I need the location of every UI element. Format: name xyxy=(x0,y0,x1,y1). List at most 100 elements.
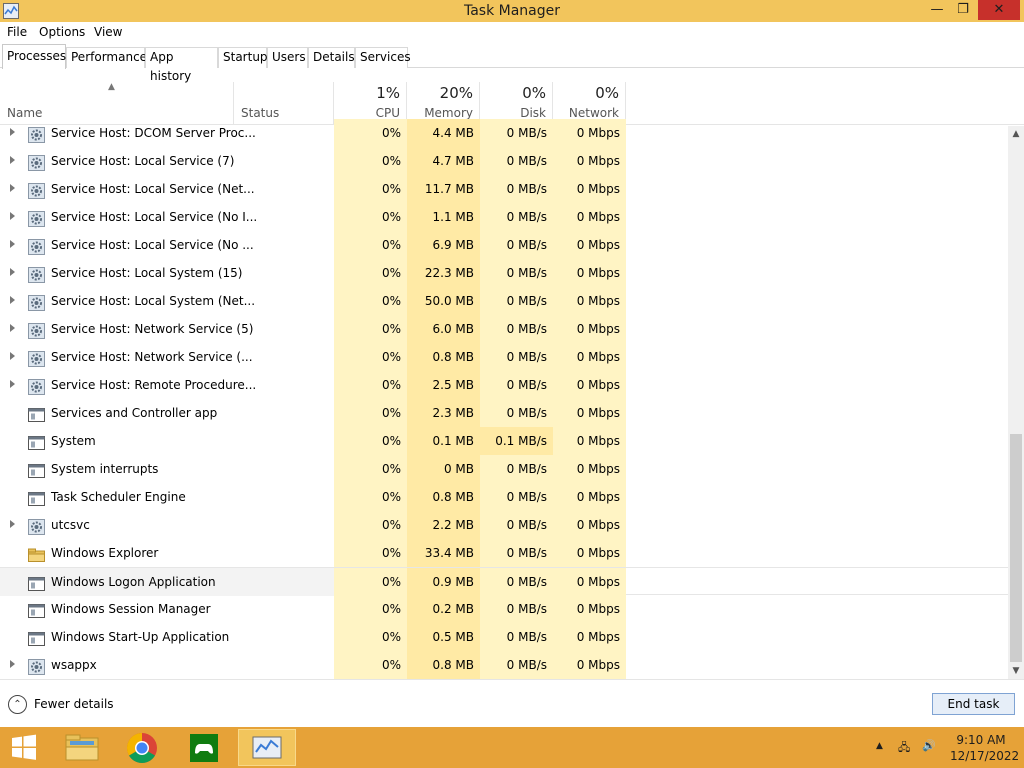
process-network: 0 Mbps xyxy=(553,511,626,539)
process-network: 0 Mbps xyxy=(553,651,626,679)
menu-file[interactable]: File xyxy=(7,25,27,39)
process-memory: 0.9 MB xyxy=(407,568,480,596)
expand-chevron-icon[interactable] xyxy=(10,212,15,220)
process-network: 0 Mbps xyxy=(553,315,626,343)
process-row[interactable]: Windows Logon Application 0% 0.9 MB 0 MB/s 0… xyxy=(0,567,1008,596)
window-icon xyxy=(28,629,45,646)
chrome-taskbar-button[interactable] xyxy=(114,729,170,766)
expand-chevron-icon[interactable] xyxy=(10,268,15,276)
tab-users[interactable]: Users xyxy=(267,47,308,68)
process-name: Windows Session Manager xyxy=(51,602,211,616)
process-name: Service Host: Network Service (... xyxy=(51,350,253,364)
vertical-scrollbar[interactable]: ▲ ▼ xyxy=(1008,126,1024,679)
process-row[interactable]: Service Host: Local Service (7) 0% 4.7 MB 0… xyxy=(0,147,1008,175)
task-manager-taskbar-button[interactable] xyxy=(238,729,296,766)
process-name-cell: Service Host: Network Service (5) xyxy=(0,315,334,343)
process-network: 0 Mbps xyxy=(553,203,626,231)
process-row[interactable]: Windows Session Manager 0% 0.2 MB 0 MB/s 0 M… xyxy=(0,595,1008,623)
process-row[interactable]: Service Host: DCOM Server Proc... 0% 4.4 M… xyxy=(0,119,1008,147)
process-disk: 0 MB/s xyxy=(480,147,553,175)
process-name-cell: Windows Explorer xyxy=(0,539,334,567)
collapse-chevron-icon[interactable]: ⌃ xyxy=(8,695,27,714)
tab-services[interactable]: Services xyxy=(355,47,411,68)
volume-icon[interactable]: 🔊 xyxy=(922,739,936,752)
process-cpu: 0% xyxy=(334,427,407,455)
show-hidden-icons-icon[interactable]: ▲ xyxy=(876,741,883,751)
column-status-label: Status xyxy=(241,106,280,120)
scroll-down-arrow-icon[interactable]: ▼ xyxy=(1008,663,1024,679)
process-disk: 0 MB/s xyxy=(480,371,553,399)
minimize-button[interactable]: — xyxy=(924,0,950,20)
scroll-thumb[interactable] xyxy=(1010,434,1022,662)
expand-chevron-icon[interactable] xyxy=(10,352,15,360)
tab-performance[interactable]: Performance xyxy=(66,47,147,68)
process-network: 0 Mbps xyxy=(553,231,626,259)
scroll-up-arrow-icon[interactable]: ▲ xyxy=(1008,126,1024,142)
process-row[interactable]: Windows Explorer 0% 33.4 MB 0 MB/s 0 Mbps xyxy=(0,539,1008,567)
process-network: 0 Mbps xyxy=(553,568,626,596)
expand-chevron-icon[interactable] xyxy=(10,156,15,164)
tab-details[interactable]: Details xyxy=(308,47,355,68)
process-disk: 0 MB/s xyxy=(480,259,553,287)
xbox-taskbar-button[interactable] xyxy=(176,729,232,766)
process-name: utcsvc xyxy=(51,518,90,532)
menu-options[interactable]: Options xyxy=(39,25,85,39)
start-button[interactable] xyxy=(2,729,46,766)
process-name-cell: Windows Logon Application xyxy=(0,568,334,596)
process-row[interactable]: Service Host: Remote Procedure... 0% 2.5 M… xyxy=(0,371,1008,399)
process-row[interactable]: System interrupts 0% 0 MB 0 MB/s 0 Mbps xyxy=(0,455,1008,483)
tab-app-history[interactable]: App history xyxy=(145,47,218,83)
process-memory: 2.3 MB xyxy=(407,399,480,427)
window-icon xyxy=(28,601,45,618)
process-row[interactable]: Service Host: Network Service (... 0% 0.8 … xyxy=(0,343,1008,371)
expand-chevron-icon[interactable] xyxy=(10,660,15,668)
process-disk: 0 MB/s xyxy=(480,119,553,147)
process-row[interactable]: wsappx 0% 0.8 MB 0 MB/s 0 Mbps xyxy=(0,651,1008,679)
process-memory: 0 MB xyxy=(407,455,480,483)
process-row[interactable]: Task Scheduler Engine 0% 0.8 MB 0 MB/s 0 Mbp… xyxy=(0,483,1008,511)
process-memory: 4.4 MB xyxy=(407,119,480,147)
tab-startup[interactable]: Startup xyxy=(218,47,268,68)
process-row[interactable]: Service Host: Network Service (5) 0% 6.0 M… xyxy=(0,315,1008,343)
clock-time[interactable]: 9:10 AM xyxy=(956,733,1006,747)
end-task-button[interactable]: End task xyxy=(932,693,1015,715)
process-row[interactable]: Windows Start-Up Application 0% 0.5 MB 0 MB… xyxy=(0,623,1008,651)
process-network: 0 Mbps xyxy=(553,371,626,399)
process-row[interactable]: Service Host: Local System (Net... 0% 50.0… xyxy=(0,287,1008,315)
process-row[interactable]: Service Host: Local Service (No I... 0% 1.… xyxy=(0,203,1008,231)
taskbar: ▲ 🖧 🔊 9:10 AM 12/17/2022 xyxy=(0,727,1024,768)
memory-total-percent: 20% xyxy=(439,84,473,102)
expand-chevron-icon[interactable] xyxy=(10,240,15,248)
process-name: Service Host: Local Service (No ... xyxy=(51,238,254,252)
expand-chevron-icon[interactable] xyxy=(10,520,15,528)
network-icon[interactable]: 🖧 xyxy=(898,739,910,758)
expand-chevron-icon[interactable] xyxy=(10,296,15,304)
tab-processes[interactable]: Processes xyxy=(2,44,66,69)
expand-chevron-icon[interactable] xyxy=(10,128,15,136)
process-network: 0 Mbps xyxy=(553,539,626,567)
expand-chevron-icon[interactable] xyxy=(10,324,15,332)
process-row[interactable]: utcsvc 0% 2.2 MB 0 MB/s 0 Mbps xyxy=(0,511,1008,539)
clock-date[interactable]: 12/17/2022 xyxy=(950,749,1019,763)
file-explorer-taskbar-button[interactable] xyxy=(54,729,110,766)
expand-chevron-icon[interactable] xyxy=(10,184,15,192)
fewer-details-link[interactable]: Fewer details xyxy=(34,697,114,711)
process-name-cell: Service Host: Network Service (... xyxy=(0,343,334,371)
process-name: Service Host: Remote Procedure... xyxy=(51,378,257,392)
process-row[interactable]: Service Host: Local Service (Net... 0% 11.… xyxy=(0,175,1008,203)
process-memory: 0.2 MB xyxy=(407,595,480,623)
expand-chevron-icon[interactable] xyxy=(10,380,15,388)
window-icon xyxy=(28,461,45,478)
menu-view[interactable]: View xyxy=(94,25,122,39)
process-row[interactable]: Services and Controller app 0% 2.3 MB 0 MB/… xyxy=(0,399,1008,427)
process-row[interactable]: System 0% 0.1 MB 0.1 MB/s 0 Mbps xyxy=(0,427,1008,455)
close-button[interactable]: ✕ xyxy=(978,0,1020,20)
process-memory: 50.0 MB xyxy=(407,287,480,315)
process-name: Windows Start-Up Application xyxy=(51,630,230,644)
process-name: Service Host: Local Service (No I... xyxy=(51,210,258,224)
column-name-label: Name xyxy=(7,106,43,120)
process-row[interactable]: Service Host: Local System (15) 0% 22.3 MB… xyxy=(0,259,1008,287)
gear-icon xyxy=(28,181,45,199)
maximize-button[interactable]: ❐ xyxy=(950,0,976,20)
process-row[interactable]: Service Host: Local Service (No ... 0% 6.9… xyxy=(0,231,1008,259)
